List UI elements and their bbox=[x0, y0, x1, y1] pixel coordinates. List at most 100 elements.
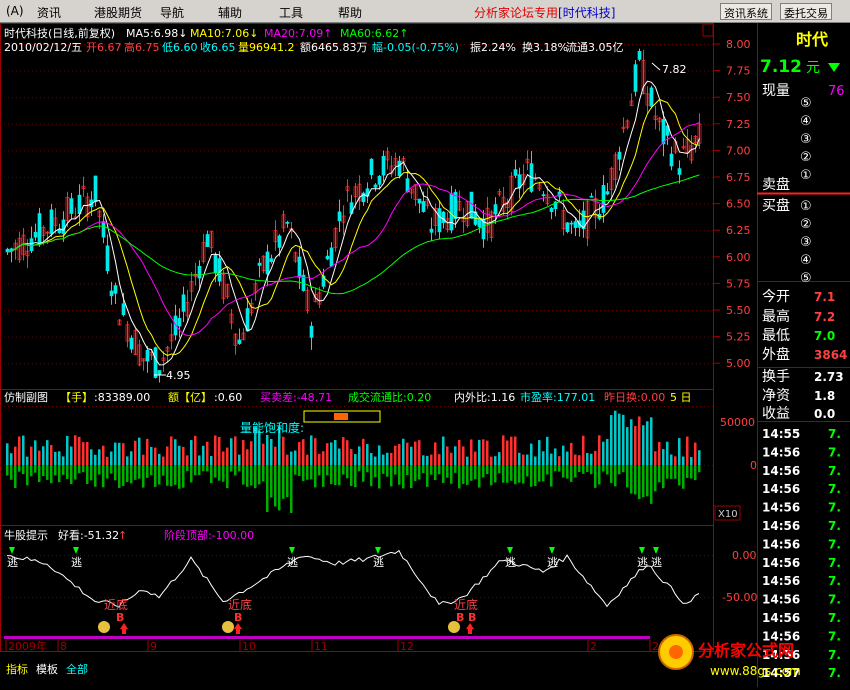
tab-all[interactable]: 全部 bbox=[66, 662, 88, 676]
saturation-fill bbox=[334, 413, 348, 420]
volume-bar bbox=[190, 440, 193, 465]
vol-tick-0: 0 bbox=[750, 459, 757, 472]
volume-bar-lower bbox=[498, 465, 501, 474]
price-tick: 7.50 bbox=[726, 91, 751, 104]
news-system-button[interactable]: 资讯系统 bbox=[720, 3, 772, 20]
candle-body bbox=[93, 175, 98, 202]
stat-label: 最高 bbox=[762, 308, 790, 325]
price-tick: 7.00 bbox=[726, 144, 751, 157]
volume-bar bbox=[570, 442, 573, 465]
tick-price: 7. bbox=[828, 629, 841, 643]
buy-label: B bbox=[234, 611, 242, 624]
volume-bar-lower bbox=[614, 465, 617, 487]
candle-body bbox=[181, 294, 186, 312]
volume-bar bbox=[538, 440, 541, 465]
candle-body bbox=[197, 265, 202, 279]
menu-hk-futures[interactable]: 港股期货 bbox=[94, 4, 142, 21]
tab-template[interactable]: 模板 bbox=[36, 662, 58, 676]
down-arrow-icon bbox=[828, 63, 840, 72]
volume-bar bbox=[594, 450, 597, 465]
volume-bar bbox=[30, 446, 33, 465]
menu-tools[interactable]: 工具 bbox=[279, 4, 303, 21]
candle-body bbox=[649, 87, 654, 107]
stat-value: 2.73 bbox=[814, 370, 844, 384]
volume-bar-lower bbox=[278, 465, 281, 511]
volume-bar-lower bbox=[650, 465, 653, 504]
panel-corner-box[interactable] bbox=[702, 23, 714, 37]
menu-a[interactable]: (A) bbox=[6, 4, 24, 18]
escape-arrow-icon bbox=[375, 547, 381, 554]
volume-bar bbox=[250, 441, 253, 465]
volume-bar bbox=[266, 434, 269, 465]
volume-bar bbox=[498, 452, 501, 465]
volume-bar bbox=[110, 451, 113, 465]
volume-bar-lower bbox=[622, 465, 625, 473]
vol-hand-value: :83389.00 bbox=[94, 391, 150, 404]
volume-bar bbox=[406, 442, 409, 465]
menu-assist[interactable]: 辅助 bbox=[218, 4, 242, 21]
timeline-label: 10 bbox=[242, 640, 256, 653]
volume-bar bbox=[26, 456, 29, 465]
brand-title: 分析家论坛专用[时代科技] bbox=[474, 4, 615, 21]
volume-bar-lower bbox=[658, 465, 661, 483]
volume-bar bbox=[666, 441, 669, 465]
stat-value: 7.0 bbox=[814, 329, 835, 343]
watermark: 分析家公式网 www.88gs.com bbox=[658, 634, 801, 678]
volume-bar bbox=[658, 441, 661, 465]
candle-body bbox=[177, 318, 182, 327]
price-tick: 6.00 bbox=[726, 251, 751, 264]
info-high: 高6.75 bbox=[124, 40, 160, 54]
volume-bar bbox=[158, 453, 161, 465]
info-amplitude: 振2.24% bbox=[470, 40, 516, 54]
quote-vol-value: 76 bbox=[828, 84, 845, 99]
tick-price: 7. bbox=[828, 648, 841, 662]
volume-bar-lower bbox=[154, 465, 157, 487]
candle-body bbox=[129, 337, 134, 350]
volume-bar bbox=[478, 439, 481, 465]
escape-arrow-icon bbox=[9, 547, 15, 554]
volume-bar-lower bbox=[438, 465, 441, 475]
volume-bar-lower bbox=[142, 465, 145, 488]
tick-price: 7. bbox=[828, 666, 841, 680]
ma10-label: MA10:7.06↓ bbox=[190, 27, 258, 40]
volume-bar-lower bbox=[422, 465, 425, 473]
volume-bar-lower bbox=[466, 465, 469, 485]
volume-bar bbox=[626, 427, 629, 465]
menu-help[interactable]: 帮助 bbox=[338, 4, 362, 21]
volume-bar-lower bbox=[394, 465, 397, 475]
volume-bar-lower bbox=[306, 465, 309, 480]
candle-body bbox=[477, 218, 482, 228]
menu-news[interactable]: 资讯 bbox=[37, 4, 61, 21]
volume-bar bbox=[386, 452, 389, 465]
volume-bar bbox=[150, 446, 153, 465]
volume-bar-lower bbox=[406, 465, 409, 476]
volume-bar bbox=[642, 425, 645, 465]
volume-bar bbox=[566, 451, 569, 465]
candle-body bbox=[429, 228, 434, 233]
price-tick: 7.75 bbox=[726, 65, 751, 78]
volume-bar bbox=[126, 456, 129, 465]
volume-bar bbox=[662, 449, 665, 465]
tick-time: 14:56 bbox=[762, 464, 800, 478]
volume-bar bbox=[282, 436, 285, 465]
volume-bar bbox=[174, 439, 177, 465]
candle-body bbox=[101, 221, 106, 238]
volume-bar bbox=[114, 442, 117, 465]
escape-label: 逃 bbox=[287, 556, 298, 569]
info-low: 低6.60 bbox=[162, 41, 198, 54]
candle-body bbox=[397, 160, 402, 177]
tab-indicator[interactable]: 指标 bbox=[6, 662, 28, 676]
candle-body bbox=[325, 255, 330, 260]
candle-body bbox=[153, 347, 158, 378]
volume-bar bbox=[410, 446, 413, 465]
volume-bar-lower bbox=[678, 465, 681, 486]
volume-bar bbox=[494, 456, 497, 465]
ind-tick-0: 0.00 bbox=[732, 549, 757, 562]
volume-bar-lower bbox=[430, 465, 433, 475]
order-button[interactable]: 委托交易 bbox=[780, 3, 832, 20]
volume-bar-lower bbox=[570, 465, 573, 482]
candle-body bbox=[369, 158, 374, 175]
menu-navigate[interactable]: 导航 bbox=[160, 4, 184, 21]
volume-bar-lower bbox=[58, 465, 61, 483]
volume-bar-lower bbox=[294, 465, 297, 475]
